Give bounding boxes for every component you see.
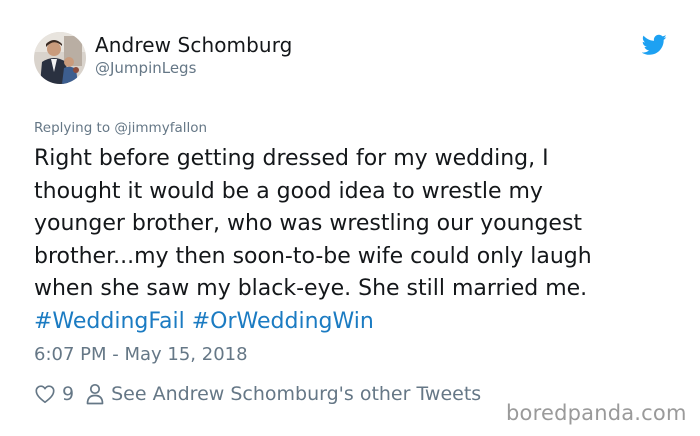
like-count[interactable]: 9	[62, 383, 74, 405]
avatar-photo	[34, 32, 86, 84]
tweet-text: Right before getting dressed for my wedd…	[34, 143, 674, 338]
hashtag-orweddingwin[interactable]: #OrWeddingWin	[192, 309, 374, 334]
hashtag-line: #WeddingFail #OrWeddingWin	[34, 306, 674, 339]
watermark: boredpanda.com	[506, 401, 687, 425]
hashtag-weddingfail[interactable]: #WeddingFail	[34, 309, 185, 334]
tweet-card: Andrew Schomburg @JumpinLegs Replying to…	[0, 0, 700, 436]
author-handle[interactable]: @JumpinLegs	[95, 59, 196, 77]
avatar[interactable]	[34, 32, 86, 84]
tweet-actions: 9 See Andrew Schomburg's other Tweets	[34, 380, 481, 408]
twitter-bird-icon[interactable]	[642, 34, 667, 56]
author-name[interactable]: Andrew Schomburg	[95, 33, 292, 57]
tweet-text-line: younger brother, who was wrestling our y…	[34, 211, 583, 236]
replying-to[interactable]: Replying to @jimmyfallon	[34, 120, 207, 136]
timestamp[interactable]: 6:07 PM - May 15, 2018	[34, 344, 248, 365]
tweet-text-line: thought it would be a good idea to wrest…	[34, 178, 543, 204]
person-icon	[86, 383, 104, 405]
heart-icon[interactable]	[34, 383, 56, 405]
tweet-text-line: brother...my then soon-to-be wife could …	[34, 243, 592, 269]
other-tweets-link[interactable]: See Andrew Schomburg's other Tweets	[111, 383, 481, 405]
tweet-text-line: Right before getting dressed for my wedd…	[34, 146, 549, 171]
tweet-text-line: when she saw my black-eye. She still mar…	[34, 276, 588, 301]
